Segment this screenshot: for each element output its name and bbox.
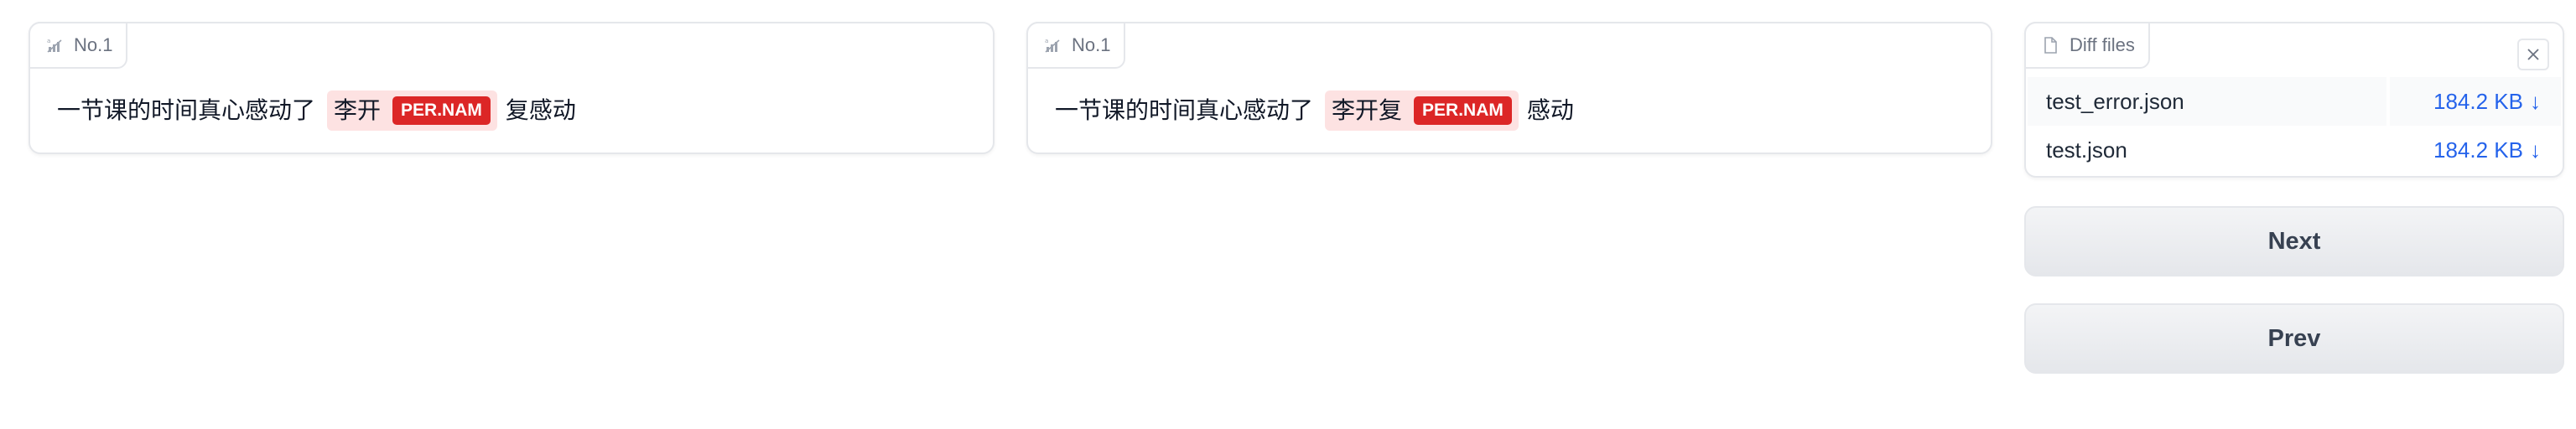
svg-text:a: a [47,38,50,44]
entity-span: 李开复 PER.NAM [1325,90,1519,131]
panel-label-text: Diff files [2070,34,2135,55]
panel-label-text: No.1 [1072,34,1111,55]
entity-tag: PER.NAM [392,96,491,125]
highlighted-text: 一节课的时间真心感动了 李开 PER.NAM 复感动 [57,90,966,131]
panel-label: a No.1 [29,22,128,69]
highlight-panel-1: a No.1 一节课的时间真心感动了 李开 PER.NAM 复感动 [29,22,995,154]
file-name: test.json [2046,137,2127,163]
entity-span: 李开 PER.NAM [327,90,497,131]
download-icon: ↓ [2530,137,2541,163]
text-after: 感动 [1526,96,1574,124]
close-icon [2527,49,2539,60]
text-before: 一节课的时间真心感动了 [57,96,316,124]
svg-text:a: a [1045,38,1048,44]
panel-label: a No.1 [1026,22,1126,69]
file-download-link[interactable]: 184.2 KB ↓ [2386,126,2561,174]
prev-button[interactable]: Prev [2024,303,2564,374]
file-size: 184.2 KB [2433,88,2523,114]
chart-icon: a [45,36,64,54]
file-icon [2041,36,2059,54]
entity-text: 李开复 [1332,96,1403,124]
file-download-link[interactable]: 184.2 KB ↓ [2386,77,2561,126]
chart-icon: a [1043,36,1062,54]
panel-label-text: No.1 [74,34,113,55]
diff-files-panel: Diff files test_error.json 184.2 KB ↓ te… [2024,22,2564,178]
text-after: 复感动 [505,96,576,124]
download-icon: ↓ [2530,88,2541,114]
file-name: test_error.json [2046,88,2184,114]
clear-files-button[interactable] [2517,39,2549,70]
file-row: test.json 184.2 KB ↓ [2028,126,2561,174]
highlight-panel-2: a No.1 一节课的时间真心感动了 李开复 PER.NAM 感动 [1026,22,1992,154]
panel-label: Diff files [2024,22,2150,69]
next-button[interactable]: Next [2024,206,2564,277]
file-row: test_error.json 184.2 KB ↓ [2028,77,2561,126]
text-before: 一节课的时间真心感动了 [1055,96,1314,124]
file-size: 184.2 KB [2433,137,2523,163]
highlighted-text: 一节课的时间真心感动了 李开复 PER.NAM 感动 [1055,90,1964,131]
entity-tag: PER.NAM [1414,96,1512,125]
entity-text: 李开 [334,96,382,124]
